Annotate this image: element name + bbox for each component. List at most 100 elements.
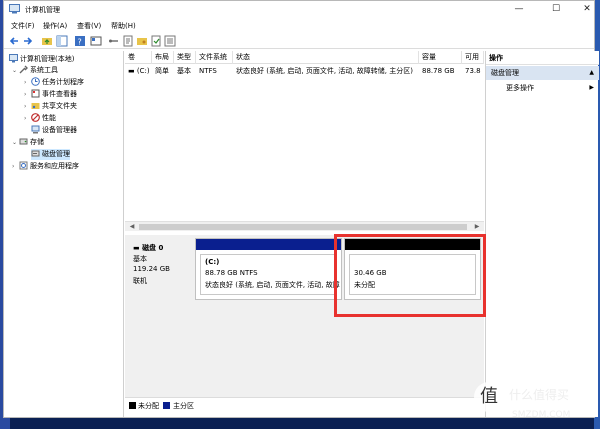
storage-icon (19, 138, 28, 145)
tree-item-device-manager[interactable]: 设备管理器 (31, 125, 77, 136)
legend-swatch-primary (163, 402, 170, 409)
services-icon (19, 161, 28, 170)
column-header-type[interactable]: 类型 (174, 51, 196, 64)
cell-layout: 简单 (155, 67, 169, 75)
expand-right-icon[interactable]: › (24, 113, 31, 124)
column-header-free[interactable]: 可用 (462, 51, 484, 64)
partition-label: (C:) (205, 258, 220, 266)
cell-filesystem: NTFS (199, 67, 217, 75)
scroll-right-icon[interactable]: ▶ (472, 222, 482, 232)
disk-type: 基本 (133, 255, 147, 263)
legend-label-unallocated: 未分配 (138, 402, 159, 410)
watermark-site: SMZDM.COM (512, 410, 571, 420)
legend-swatch-unallocated (129, 402, 136, 409)
title-bar[interactable]: 计算机管理 — ☐ ✕ (4, 1, 594, 18)
tree-item-event-viewer[interactable]: › 事件查看器 (24, 89, 77, 100)
properties-icon[interactable] (122, 35, 134, 47)
minimize-button[interactable]: — (504, 1, 534, 18)
watermark-logo-icon: 值 (474, 382, 504, 412)
computer-management-window: 计算机管理 — ☐ ✕ 文件(F) 操作(A) 查看(V) 帮助(H) ? 计算… (3, 0, 599, 418)
scrollbar-thumb[interactable] (139, 224, 467, 230)
disk-size: 119.24 GB (133, 265, 170, 273)
tree-item-storage[interactable]: ⌄ 存储 (12, 137, 44, 148)
cell-status: 状态良好 (系统, 启动, 页面文件, 活动, 故障转储, 主分区) (236, 67, 413, 75)
actions-header: 操作 (486, 51, 599, 65)
cell-capacity: 88.78 GB (422, 67, 455, 75)
highlight-box (334, 234, 486, 317)
column-header-filesystem[interactable]: 文件系统 (196, 51, 233, 64)
horizontal-scrollbar[interactable]: ◀ ▶ (125, 221, 484, 231)
svg-text:?: ? (78, 38, 82, 47)
expand-right-icon[interactable]: › (24, 101, 31, 112)
disk-state: 联机 (133, 277, 147, 285)
menu-action[interactable]: 操作(A) (43, 21, 67, 31)
partition-c-body: (C:) 88.78 GB NTFS 状态良好 (系统, 启动, 页面文件, 活… (200, 254, 340, 295)
more-actions-item[interactable]: 更多操作 ▶ (486, 81, 599, 95)
tree-label: 系统工具 (30, 66, 58, 74)
disk-view-icon[interactable] (90, 35, 102, 47)
menu-bar: 文件(F) 操作(A) 查看(V) 帮助(H) (4, 19, 594, 32)
expand-right-icon[interactable]: › (12, 161, 19, 172)
console-tree: 计算机管理(本地) ⌄ 系统工具 › 任务计划程序 › 事件查看器 › 共享文件夹 › 性… (7, 51, 124, 417)
submenu-arrow-icon: ▶ (589, 84, 594, 91)
expand-down-icon[interactable]: ⌄ (12, 65, 19, 76)
column-header-status[interactable]: 状态 (233, 51, 419, 64)
event-log-icon (31, 89, 40, 98)
partition-status: 状态良好 (系统, 启动, 页面文件, 活动, 故障 (205, 281, 340, 289)
close-button[interactable]: ✕ (572, 1, 600, 18)
tree-label: 磁盘管理 (42, 150, 70, 158)
tree-item-shared-folders[interactable]: › 共享文件夹 (24, 101, 77, 112)
disk-0-info[interactable]: ▬ 磁盘 0 基本 119.24 GB 联机 (128, 238, 194, 300)
table-row[interactable]: ▬ (C:) 简单 基本 NTFS 状态良好 (系统, 启动, 页面文件, 活动… (125, 65, 484, 77)
tree-label: 性能 (42, 114, 56, 122)
menu-help[interactable]: 帮助(H) (111, 21, 136, 31)
window-title: 计算机管理 (25, 6, 60, 14)
tree-item-system-tools[interactable]: ⌄ 系统工具 (12, 65, 58, 76)
computer-icon (9, 54, 18, 63)
tree-item-task-scheduler[interactable]: › 任务计划程序 (24, 77, 84, 88)
folder-key-icon[interactable] (136, 35, 148, 47)
back-arrow-icon[interactable] (8, 35, 20, 47)
expand-down-icon[interactable]: ⌄ (12, 137, 19, 148)
tree-label: 存储 (30, 138, 44, 146)
expand-right-icon[interactable]: › (24, 89, 31, 100)
connect-icon[interactable] (108, 35, 120, 47)
computer-management-icon (9, 4, 20, 14)
watermark-text: 什么值得买 (509, 388, 570, 402)
menu-file[interactable]: 文件(F) (11, 21, 35, 31)
collapse-up-icon[interactable]: ▲ (589, 66, 594, 80)
cell-volume: ▬ (C:) (128, 67, 150, 75)
partition-bar-primary (196, 239, 341, 250)
column-header-capacity[interactable]: 容量 (419, 51, 462, 64)
tree-item-performance[interactable]: › 性能 (24, 113, 56, 124)
expand-right-icon[interactable]: › (24, 77, 31, 88)
tree-label: 任务计划程序 (42, 78, 84, 86)
actions-pane: 操作 磁盘管理 ▲ 更多操作 ▶ (485, 51, 599, 417)
cell-free: 73.8 (465, 67, 481, 75)
scroll-left-icon[interactable]: ◀ (127, 222, 137, 232)
menu-view[interactable]: 查看(V) (77, 21, 101, 31)
list-view-icon[interactable] (164, 35, 176, 47)
legend-label-primary: 主分区 (173, 402, 194, 410)
tools-icon (19, 65, 28, 74)
column-header-volume[interactable]: 卷 (125, 51, 152, 64)
shared-folder-icon (31, 103, 40, 109)
maximize-button[interactable]: ☐ (541, 1, 571, 18)
no-entry-icon (31, 113, 40, 122)
tree-item-root[interactable]: 计算机管理(本地) (9, 54, 74, 65)
column-header-layout[interactable]: 布局 (152, 51, 174, 64)
toolbar: ? (4, 33, 594, 49)
file-check-icon[interactable] (150, 35, 162, 47)
forward-arrow-icon[interactable] (22, 35, 34, 47)
volume-table-header: 卷 布局 类型 文件系统 状态 容量 可用 (125, 51, 484, 64)
tree-label: 服务和应用程序 (30, 162, 79, 170)
help-icon[interactable]: ? (74, 35, 86, 47)
tree-item-disk-management[interactable]: 磁盘管理 (31, 149, 70, 160)
partition-c[interactable]: (C:) 88.78 GB NTFS 状态良好 (系统, 启动, 页面文件, 活… (195, 238, 342, 300)
up-folder-icon[interactable] (41, 35, 53, 47)
tree-item-services-apps[interactable]: › 服务和应用程序 (12, 161, 79, 172)
legend: 未分配 主分区 (125, 397, 484, 411)
console-tree-icon[interactable] (56, 35, 68, 47)
volume-dash-icon: ▬ (128, 67, 137, 75)
actions-section-disk-management[interactable]: 磁盘管理 ▲ (486, 66, 599, 80)
